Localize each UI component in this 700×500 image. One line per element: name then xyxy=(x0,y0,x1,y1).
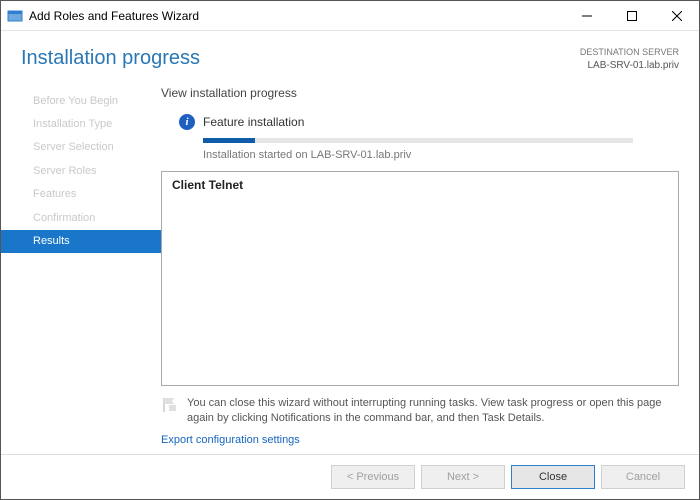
destination-name: LAB-SRV-01.lab.priv xyxy=(580,59,679,72)
window-titlebar: Add Roles and Features Wizard xyxy=(1,1,699,31)
progress-bar xyxy=(203,138,633,143)
progress-message: Installation started on LAB-SRV-01.lab.p… xyxy=(161,149,679,161)
sidebar-item-before-you-begin: Before You Begin xyxy=(1,90,161,113)
minimize-button[interactable] xyxy=(564,1,609,30)
cancel-button: Cancel xyxy=(601,465,685,489)
next-button: Next > xyxy=(421,465,505,489)
window-controls xyxy=(564,1,699,30)
info-icon: i xyxy=(179,114,195,130)
sidebar-item-results[interactable]: Results xyxy=(1,230,161,253)
page-title: Installation progress xyxy=(21,47,200,70)
previous-button: < Previous xyxy=(331,465,415,489)
destination-label: DESTINATION SERVER xyxy=(580,47,679,59)
installed-items-box: Client Telnet xyxy=(161,171,679,387)
installed-item: Client Telnet xyxy=(172,178,668,192)
maximize-button[interactable] xyxy=(609,1,654,30)
feature-title: Feature installation xyxy=(203,115,304,129)
close-button[interactable]: Close xyxy=(511,465,595,489)
main-panel: View installation progress i Feature ins… xyxy=(161,86,699,454)
progress-bar-wrap xyxy=(161,138,679,143)
sidebar: Before You Begin Installation Type Serve… xyxy=(1,86,161,454)
destination-server: DESTINATION SERVER LAB-SRV-01.lab.priv xyxy=(580,47,679,72)
flag-icon xyxy=(161,396,179,414)
close-window-button[interactable] xyxy=(654,1,699,30)
body: Before You Begin Installation Type Serve… xyxy=(1,76,699,454)
sidebar-item-server-roles: Server Roles xyxy=(1,160,161,183)
progress-bar-fill xyxy=(203,138,255,143)
header: Installation progress DESTINATION SERVER… xyxy=(1,31,699,76)
export-config-link[interactable]: Export configuration settings xyxy=(161,430,679,454)
app-icon xyxy=(7,8,23,24)
sidebar-item-server-selection: Server Selection xyxy=(1,136,161,159)
footer: < Previous Next > Close Cancel xyxy=(1,454,699,499)
feature-row: i Feature installation xyxy=(161,114,679,130)
section-label: View installation progress xyxy=(161,86,679,100)
hint-row: You can close this wizard without interr… xyxy=(161,394,679,430)
hint-text: You can close this wizard without interr… xyxy=(187,396,679,426)
window-title: Add Roles and Features Wizard xyxy=(29,9,564,23)
sidebar-item-confirmation: Confirmation xyxy=(1,207,161,230)
sidebar-item-installation-type: Installation Type xyxy=(1,113,161,136)
sidebar-item-features: Features xyxy=(1,183,161,206)
